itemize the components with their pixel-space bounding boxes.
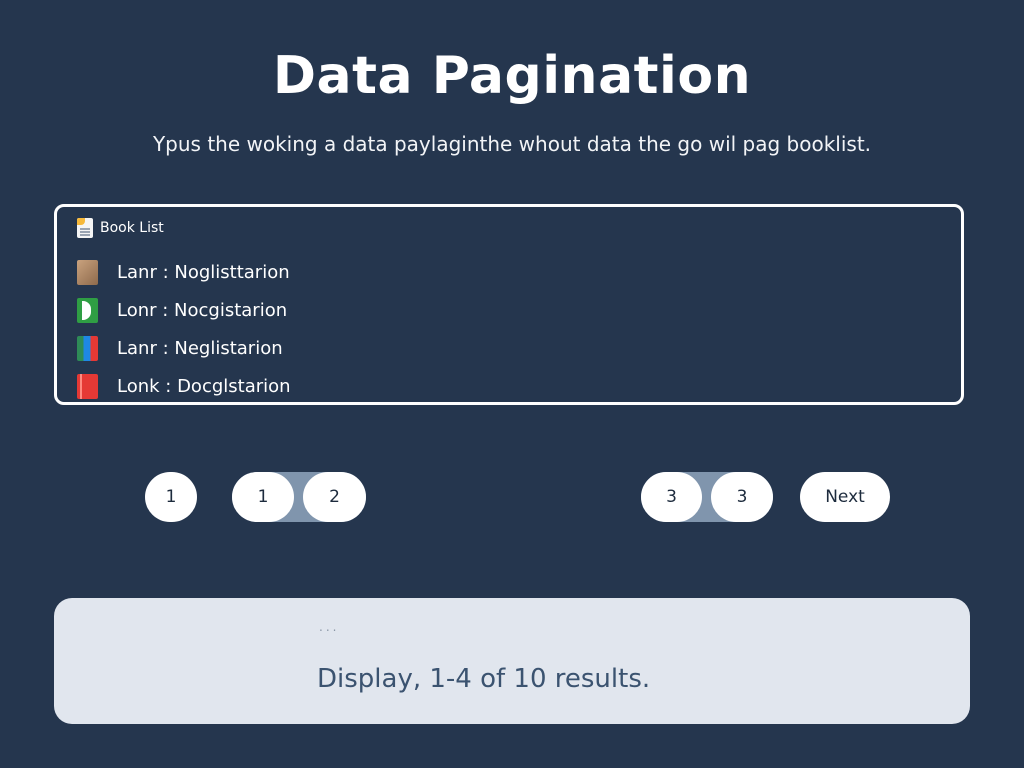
book-list-title: Book List	[100, 220, 164, 236]
book-list-panel: Book List Lanr : Noglisttarion Lonr : No…	[54, 204, 964, 405]
book-title: Lonk : Docglstarion	[117, 375, 291, 397]
results-dots: ...	[319, 620, 340, 634]
book-cover-multicolor-icon	[77, 335, 98, 361]
page-button[interactable]: 2	[303, 472, 366, 522]
page-button-first[interactable]: 1	[145, 472, 197, 522]
book-cover-green-icon	[77, 297, 98, 323]
page-button[interactable]: 1	[232, 472, 294, 522]
results-count-text: Display, 1-4 of 10 results.	[317, 664, 651, 694]
book-list-item[interactable]: Lanr : Noglisttarion	[77, 253, 291, 291]
page-title: Data Pagination	[272, 46, 752, 106]
book-list-header: Book List	[77, 218, 164, 238]
book-list: Lanr : Noglisttarion Lonr : Nocgistarion…	[77, 253, 291, 405]
page-subtitle: Ypus the woking a data paylaginthe whout…	[152, 132, 872, 156]
book-title: Lanr : Noglisttarion	[117, 261, 290, 283]
results-summary-box: ... Display, 1-4 of 10 results.	[54, 598, 970, 724]
book-cover-red-icon	[77, 373, 98, 399]
book-list-item[interactable]: Lanr : Neglistarion	[77, 329, 291, 367]
book-cover-brown-icon	[77, 259, 98, 285]
book-list-item[interactable]: Lonk : Docglstarion	[77, 367, 291, 405]
book-title: Lanr : Neglistarion	[117, 337, 283, 359]
book-list-item[interactable]: Lonr : Nocgistarion	[77, 291, 291, 329]
document-icon	[77, 218, 93, 238]
next-button[interactable]: Next	[800, 472, 890, 522]
page-button[interactable]: 3	[711, 472, 773, 522]
page-button[interactable]: 3	[641, 472, 702, 522]
book-title: Lonr : Nocgistarion	[117, 299, 288, 321]
pagination-page: Data Pagination Ypus the woking a data p…	[0, 0, 1024, 768]
